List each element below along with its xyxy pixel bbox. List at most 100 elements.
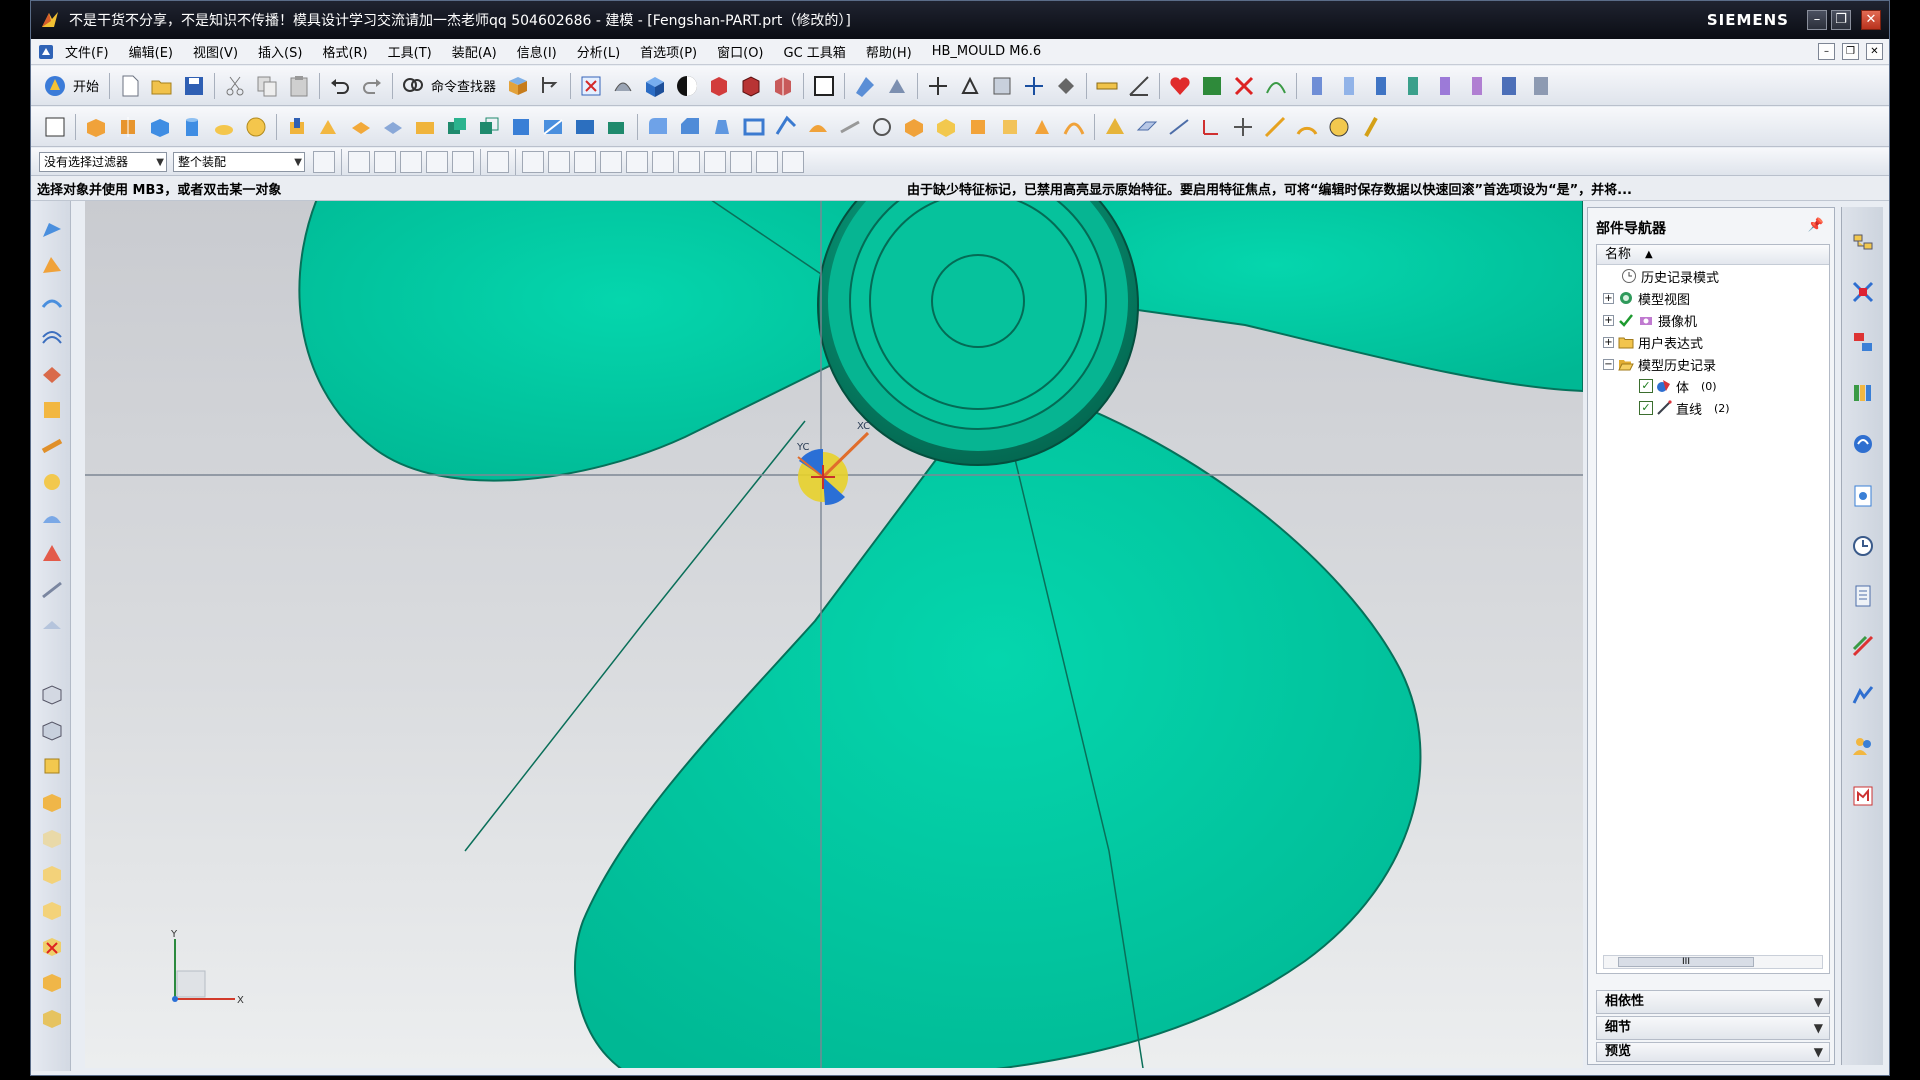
menu-information[interactable]: 信息(I) <box>507 42 567 61</box>
menu-help[interactable]: 帮助(H) <box>856 42 922 61</box>
datum-axis-icon[interactable] <box>1166 114 1192 140</box>
tree-node-line[interactable]: ✓ 直线 (2) <box>1639 397 1730 419</box>
trim-sheet-icon[interactable] <box>39 541 65 567</box>
tree-node-model-history[interactable]: − 模型历史记录 <box>1603 353 1716 375</box>
history-icon[interactable] <box>1850 533 1876 559</box>
menu-gc-toolkit[interactable]: GC 工具箱 <box>774 42 856 61</box>
chevron-down-icon[interactable]: ▼ <box>1814 991 1823 1013</box>
expand-toggle[interactable]: + <box>1603 314 1614 326</box>
swept-icon[interactable] <box>1061 114 1087 140</box>
sphere-icon[interactable] <box>243 114 269 140</box>
assembly-3-icon[interactable] <box>39 753 65 779</box>
assembly-navigator-icon[interactable] <box>1850 229 1876 255</box>
mirror-icon[interactable] <box>901 114 927 140</box>
user-roles-icon[interactable] <box>1850 733 1876 759</box>
deviation-icon[interactable] <box>1231 73 1257 99</box>
process-studio-icon[interactable] <box>1850 583 1876 609</box>
shaded-edges-icon[interactable] <box>674 73 700 99</box>
wcs-origin-icon[interactable] <box>957 73 983 99</box>
mold-tool-4-icon[interactable] <box>1400 73 1426 99</box>
assembly-1-icon[interactable] <box>39 681 65 707</box>
tree-node-body[interactable]: ✓ 体 (0) <box>1639 375 1717 397</box>
draft-body-icon[interactable] <box>1029 114 1055 140</box>
static-wireframe-icon[interactable] <box>738 73 764 99</box>
assembly-10-icon[interactable] <box>39 1005 65 1031</box>
feature-filter-icon[interactable] <box>400 150 422 173</box>
hd3d-tools-icon[interactable] <box>1850 431 1876 457</box>
clip-view-icon[interactable] <box>884 73 910 99</box>
reuse-library-icon[interactable] <box>1850 379 1876 405</box>
body-filter-icon[interactable] <box>426 150 448 173</box>
shaded-icon[interactable] <box>706 73 732 99</box>
mold-tool-8-icon[interactable] <box>1528 73 1554 99</box>
mesh-surface-icon[interactable] <box>39 289 65 315</box>
details-panel[interactable]: 细节 ▼ <box>1596 1016 1830 1040</box>
snap-point-on-curve-icon[interactable] <box>704 150 726 173</box>
offset-surface-icon[interactable] <box>39 505 65 531</box>
menu-view[interactable]: 视图(V) <box>183 42 248 61</box>
extract-icon[interactable] <box>933 114 959 140</box>
boss-icon[interactable] <box>316 114 342 140</box>
pattern-icon[interactable] <box>869 114 895 140</box>
pin-icon[interactable]: 📌 <box>1808 218 1824 233</box>
measure-distance-icon[interactable] <box>1094 73 1120 99</box>
law-extension-icon[interactable] <box>39 469 65 495</box>
start-button[interactable]: 开始 <box>73 76 99 95</box>
wcs-dynamic-icon[interactable] <box>925 73 951 99</box>
measure-angle-icon[interactable] <box>1126 73 1152 99</box>
block-icon[interactable] <box>147 114 173 140</box>
horizontal-scrollbar[interactable]: III <box>1603 955 1823 969</box>
minimize-button[interactable]: – <box>1807 10 1827 30</box>
assembly-4-icon[interactable] <box>39 789 65 815</box>
chevron-down-icon[interactable]: ▼ <box>1814 1043 1823 1061</box>
pad-icon[interactable] <box>380 114 406 140</box>
constraint-navigator-icon[interactable] <box>1850 279 1876 305</box>
shell-icon[interactable] <box>741 114 767 140</box>
intersect-icon[interactable] <box>508 114 534 140</box>
tree-node-user-expressions[interactable]: + 用户表达式 <box>1603 331 1703 353</box>
chamfer-icon[interactable] <box>677 114 703 140</box>
expand-toggle[interactable]: + <box>1603 336 1614 348</box>
app-menu-icon[interactable] <box>37 43 55 61</box>
tree-node-history-mode[interactable]: 历史记录模式 <box>1621 265 1719 287</box>
visibility-checkbox[interactable]: ✓ <box>1639 379 1653 393</box>
menu-edit[interactable]: 编辑(E) <box>119 42 183 61</box>
snap-existing-point-icon[interactable] <box>678 150 700 173</box>
offset-face-icon[interactable] <box>773 114 799 140</box>
rotate-view-icon[interactable] <box>610 73 636 99</box>
manufacturing-wizard-icon[interactable] <box>1850 633 1876 659</box>
analysis-icon[interactable] <box>1199 73 1225 99</box>
assembly-9-icon[interactable] <box>39 969 65 995</box>
assembly-5-icon[interactable] <box>39 825 65 851</box>
draft-icon[interactable] <box>709 114 735 140</box>
menu-tools[interactable]: 工具(T) <box>378 42 442 61</box>
system-scenes-icon[interactable] <box>1850 783 1876 809</box>
point-icon[interactable] <box>1230 114 1256 140</box>
general-filter-icon[interactable] <box>313 150 335 173</box>
cylinder-icon[interactable] <box>179 114 205 140</box>
sew-icon[interactable] <box>837 114 863 140</box>
assembly-6-icon[interactable] <box>39 861 65 887</box>
assembly-7-icon[interactable] <box>39 897 65 923</box>
menu-file[interactable]: 文件(F) <box>55 42 119 61</box>
undo-selection-icon[interactable] <box>374 150 396 173</box>
mold-tool-7-icon[interactable] <box>1496 73 1522 99</box>
cone-icon[interactable] <box>211 114 237 140</box>
sync-modeling-icon[interactable] <box>1102 114 1128 140</box>
maximize-button[interactable]: ❐ <box>1831 10 1851 30</box>
copy-icon[interactable] <box>254 73 280 99</box>
name-column-header[interactable]: 名称 ▲ <box>1597 245 1829 265</box>
arc-tool-icon[interactable] <box>1294 114 1320 140</box>
surface-1-icon[interactable] <box>39 217 65 243</box>
mold-tool-1-icon[interactable] <box>1304 73 1330 99</box>
pen-tool-icon[interactable] <box>1358 114 1384 140</box>
menu-hb-mould[interactable]: HB_MOULD M6.6 <box>922 44 1051 59</box>
redo-icon[interactable] <box>359 73 385 99</box>
snap-midpoint-icon[interactable] <box>548 150 570 173</box>
trim-body-icon[interactable] <box>540 114 566 140</box>
tree-node-model-views[interactable]: + 模型视图 <box>1603 287 1690 309</box>
undo-icon[interactable] <box>327 73 353 99</box>
section-view-icon[interactable] <box>852 73 878 99</box>
model-canvas[interactable]: YC XC Y X <box>85 201 1583 1068</box>
curve-analysis-icon[interactable] <box>1263 73 1289 99</box>
